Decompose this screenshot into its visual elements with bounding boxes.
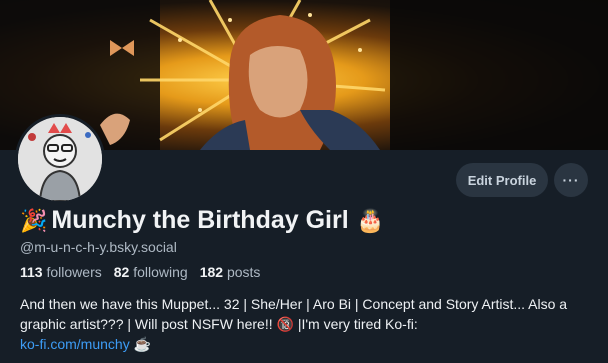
- profile-handle: @m-u-n-c-h-y.bsky.social: [20, 239, 177, 255]
- coffee-icon: ☕: [133, 336, 152, 352]
- edit-profile-button[interactable]: Edit Profile: [456, 163, 548, 197]
- profile-stats: 113 followers 82 following 182 posts: [20, 264, 260, 280]
- birthday-cake-icon: 🎂: [356, 207, 385, 233]
- display-name-row: 🎉 Munchy the Birthday Girl 🎂: [20, 206, 384, 235]
- posts-count: 182: [199, 264, 224, 280]
- more-options-icon[interactable]: ···: [554, 163, 588, 197]
- display-name: Munchy the Birthday Girl: [51, 206, 349, 234]
- posts-label: posts: [226, 264, 261, 280]
- followers-stat[interactable]: 113 followers: [20, 264, 102, 280]
- avatar-image: [18, 117, 102, 201]
- followers-count: 113: [20, 264, 43, 280]
- following-stat[interactable]: 82 following: [114, 264, 188, 280]
- bio-text: And then we have this Muppet... 32 | She…: [20, 296, 568, 332]
- following-count: 82: [113, 264, 130, 280]
- posts-stat: 182 posts: [200, 264, 261, 280]
- profile-bio: And then we have this Muppet... 32 | She…: [20, 294, 605, 354]
- avatar[interactable]: [15, 114, 105, 204]
- bio-link[interactable]: ko-fi.com/munchy: [20, 336, 130, 352]
- followers-label: followers: [46, 264, 102, 280]
- following-label: following: [133, 264, 188, 280]
- party-popper-icon: 🎉: [20, 207, 48, 233]
